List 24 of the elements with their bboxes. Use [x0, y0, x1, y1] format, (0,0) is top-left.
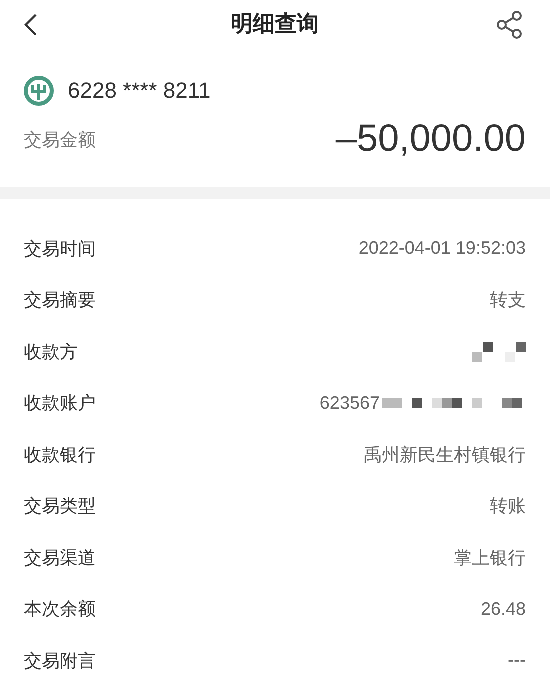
detail-label: 交易附言	[24, 650, 96, 673]
detail-value: 623567	[320, 392, 380, 414]
detail-value: 2022-04-01 19:52:03	[358, 238, 526, 260]
detail-value: 掌上银行	[454, 546, 526, 570]
amount-label: 交易金额	[24, 128, 96, 152]
detail-label: 本次余额	[24, 598, 96, 622]
detail-label: 收款银行	[24, 444, 96, 467]
bank-logo-icon	[24, 76, 54, 106]
share-icon[interactable]	[496, 10, 524, 40]
detail-value: ---	[508, 650, 526, 672]
detail-label: 交易渠道	[24, 546, 96, 570]
detail-label: 收款方	[24, 340, 78, 364]
detail-value: 26.48	[480, 598, 526, 620]
detail-value: 转账	[490, 495, 526, 518]
detail-label: 交易类型	[24, 495, 96, 518]
card-number: 6228 **** 8211	[68, 78, 211, 104]
detail-label: 交易时间	[24, 238, 96, 261]
detail-value: 转支	[490, 289, 526, 312]
detail-value: 禹州新民生村镇银行	[364, 444, 526, 467]
detail-label: 交易摘要	[24, 289, 96, 312]
transaction-amount: –50,000.00	[336, 118, 526, 161]
detail-label: 收款账户	[24, 392, 96, 416]
back-icon[interactable]	[24, 13, 38, 37]
page-title: 明细查询	[230, 11, 320, 39]
